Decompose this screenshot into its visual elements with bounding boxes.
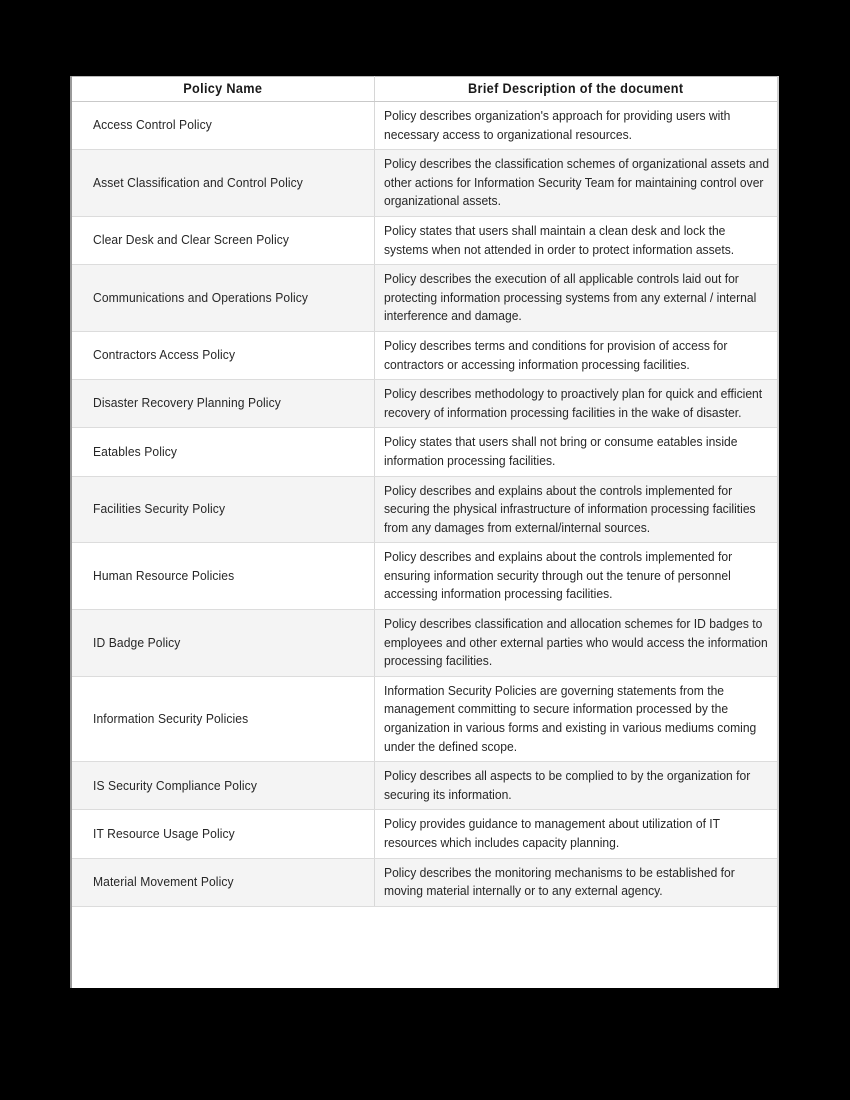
table-row: Asset Classification and Control Policy P… [72,149,777,217]
description-text: Policy describes terms and conditions fo… [383,337,727,372]
policy-name-text: Clear Desk and Clear Screen Policy [93,232,290,248]
table-body: Access Control Policy Policy describes or… [72,100,777,907]
cell-description: Policy describes the classification sche… [374,149,777,217]
cell-description: Policy describes organization's approach… [374,100,777,151]
description-text: Policy describes all aspects to be compl… [383,768,750,802]
cell-description: Policy states that users shall not bring… [374,427,777,477]
page-canvas: Policy Name Brief Description of the doc… [0,0,850,1100]
cell-policy-name: Access Control Policy [72,100,375,151]
column-header-policy-name: Policy Name [81,76,366,102]
cell-policy-name: Material Movement Policy [72,857,375,907]
description-text: Policy describes and explains about the … [383,549,732,602]
description-text: Policy states that users shall maintain … [383,222,734,257]
policy-name-text: ID Badge Policy [93,634,181,650]
table-row: Disaster Recovery Planning Policy Policy … [72,379,777,429]
policy-name-text: Contractors Access Policy [93,347,236,363]
cell-description: Information Security Policies are govern… [374,675,777,763]
cell-policy-name: ID Badge Policy [72,609,375,677]
cell-description: Policy describes and explains about the … [374,542,777,611]
cell-description: Policy provides guidance to management a… [374,809,777,859]
description-text: Policy describes the execution of all ap… [383,271,756,324]
cell-policy-name: Human Resource Policies [72,542,375,611]
policy-name-text: Communications and Operations Policy [93,289,309,305]
cell-description: Policy describes methodology to proactiv… [374,379,777,429]
policy-name-text: Information Security Policies [93,710,249,726]
table-row: Material Movement Policy Policy describes… [72,857,777,907]
policy-name-text: Material Movement Policy [93,873,234,889]
table-row: Information Security Policies Information… [72,675,777,763]
table-row: Facilities Security Policy Policy describ… [72,475,777,544]
table-row: Clear Desk and Clear Screen Policy Policy… [72,215,777,266]
table-row: Eatables Policy Policy states that users … [72,427,777,477]
policy-name-text: Disaster Recovery Planning Policy [93,395,281,411]
cell-policy-name: Communications and Operations Policy [72,264,375,332]
table-row: Contractors Access Policy Policy describe… [72,330,777,381]
cell-description: Policy describes and explains about the … [374,475,777,544]
description-text: Policy states that users shall not bring… [383,434,737,468]
table-row: IS Security Compliance Policy Policy desc… [72,761,777,811]
description-text: Information Security Policies are govern… [383,682,756,754]
cell-policy-name: Clear Desk and Clear Screen Policy [72,215,375,266]
policy-name-text: IS Security Compliance Policy [93,777,257,793]
policy-table-frame: Policy Name Brief Description of the doc… [70,76,779,988]
cell-description: Policy describes terms and conditions fo… [374,330,777,381]
column-header-description: Brief Description of the document [386,76,765,102]
table-header: Policy Name Brief Description of the doc… [72,76,777,102]
policy-table: Policy Name Brief Description of the doc… [72,76,777,907]
description-text: Policy provides guidance to management a… [383,816,720,850]
cell-description: Policy describes the execution of all ap… [374,264,777,332]
description-text: Policy describes and explains about the … [383,482,756,535]
cell-policy-name: Facilities Security Policy [72,475,375,544]
cell-description: Policy states that users shall maintain … [374,215,777,266]
cell-policy-name: Information Security Policies [72,675,375,763]
table-row: Communications and Operations Policy Poli… [72,264,777,332]
table-header-row: Policy Name Brief Description of the doc… [72,76,777,102]
description-text: Policy describes methodology to proactiv… [383,386,762,420]
cell-description: Policy describes the monitoring mechanis… [374,857,777,907]
policy-name-text: Human Resource Policies [93,567,235,583]
cell-description: Policy describes all aspects to be compl… [374,761,777,811]
cell-policy-name: Disaster Recovery Planning Policy [72,379,375,429]
cell-policy-name: Asset Classification and Control Policy [72,149,375,217]
description-text: Policy describes the classification sche… [383,156,769,209]
policy-name-text: Eatables Policy [93,443,178,459]
description-text: Policy describes the monitoring mechanis… [383,864,735,899]
table-row: ID Badge Policy Policy describes classifi… [72,609,777,677]
policy-name-text: Asset Classification and Control Policy [93,174,303,190]
cell-policy-name: IT Resource Usage Policy [72,809,375,859]
cell-policy-name: IS Security Compliance Policy [72,761,375,811]
cell-description: Policy describes classification and allo… [374,609,777,677]
description-text: Policy describes classification and allo… [383,616,768,669]
cell-policy-name: Eatables Policy [72,427,375,477]
cell-policy-name: Contractors Access Policy [72,330,375,381]
policy-name-text: Access Control Policy [93,117,212,133]
table-row: Access Control Policy Policy describes or… [72,100,777,151]
table-row: IT Resource Usage Policy Policy provides … [72,809,777,859]
policy-name-text: IT Resource Usage Policy [93,825,235,841]
description-text: Policy describes organization's approach… [383,108,730,142]
table-row: Human Resource Policies Policy describes … [72,542,777,611]
policy-name-text: Facilities Security Policy [93,501,226,517]
